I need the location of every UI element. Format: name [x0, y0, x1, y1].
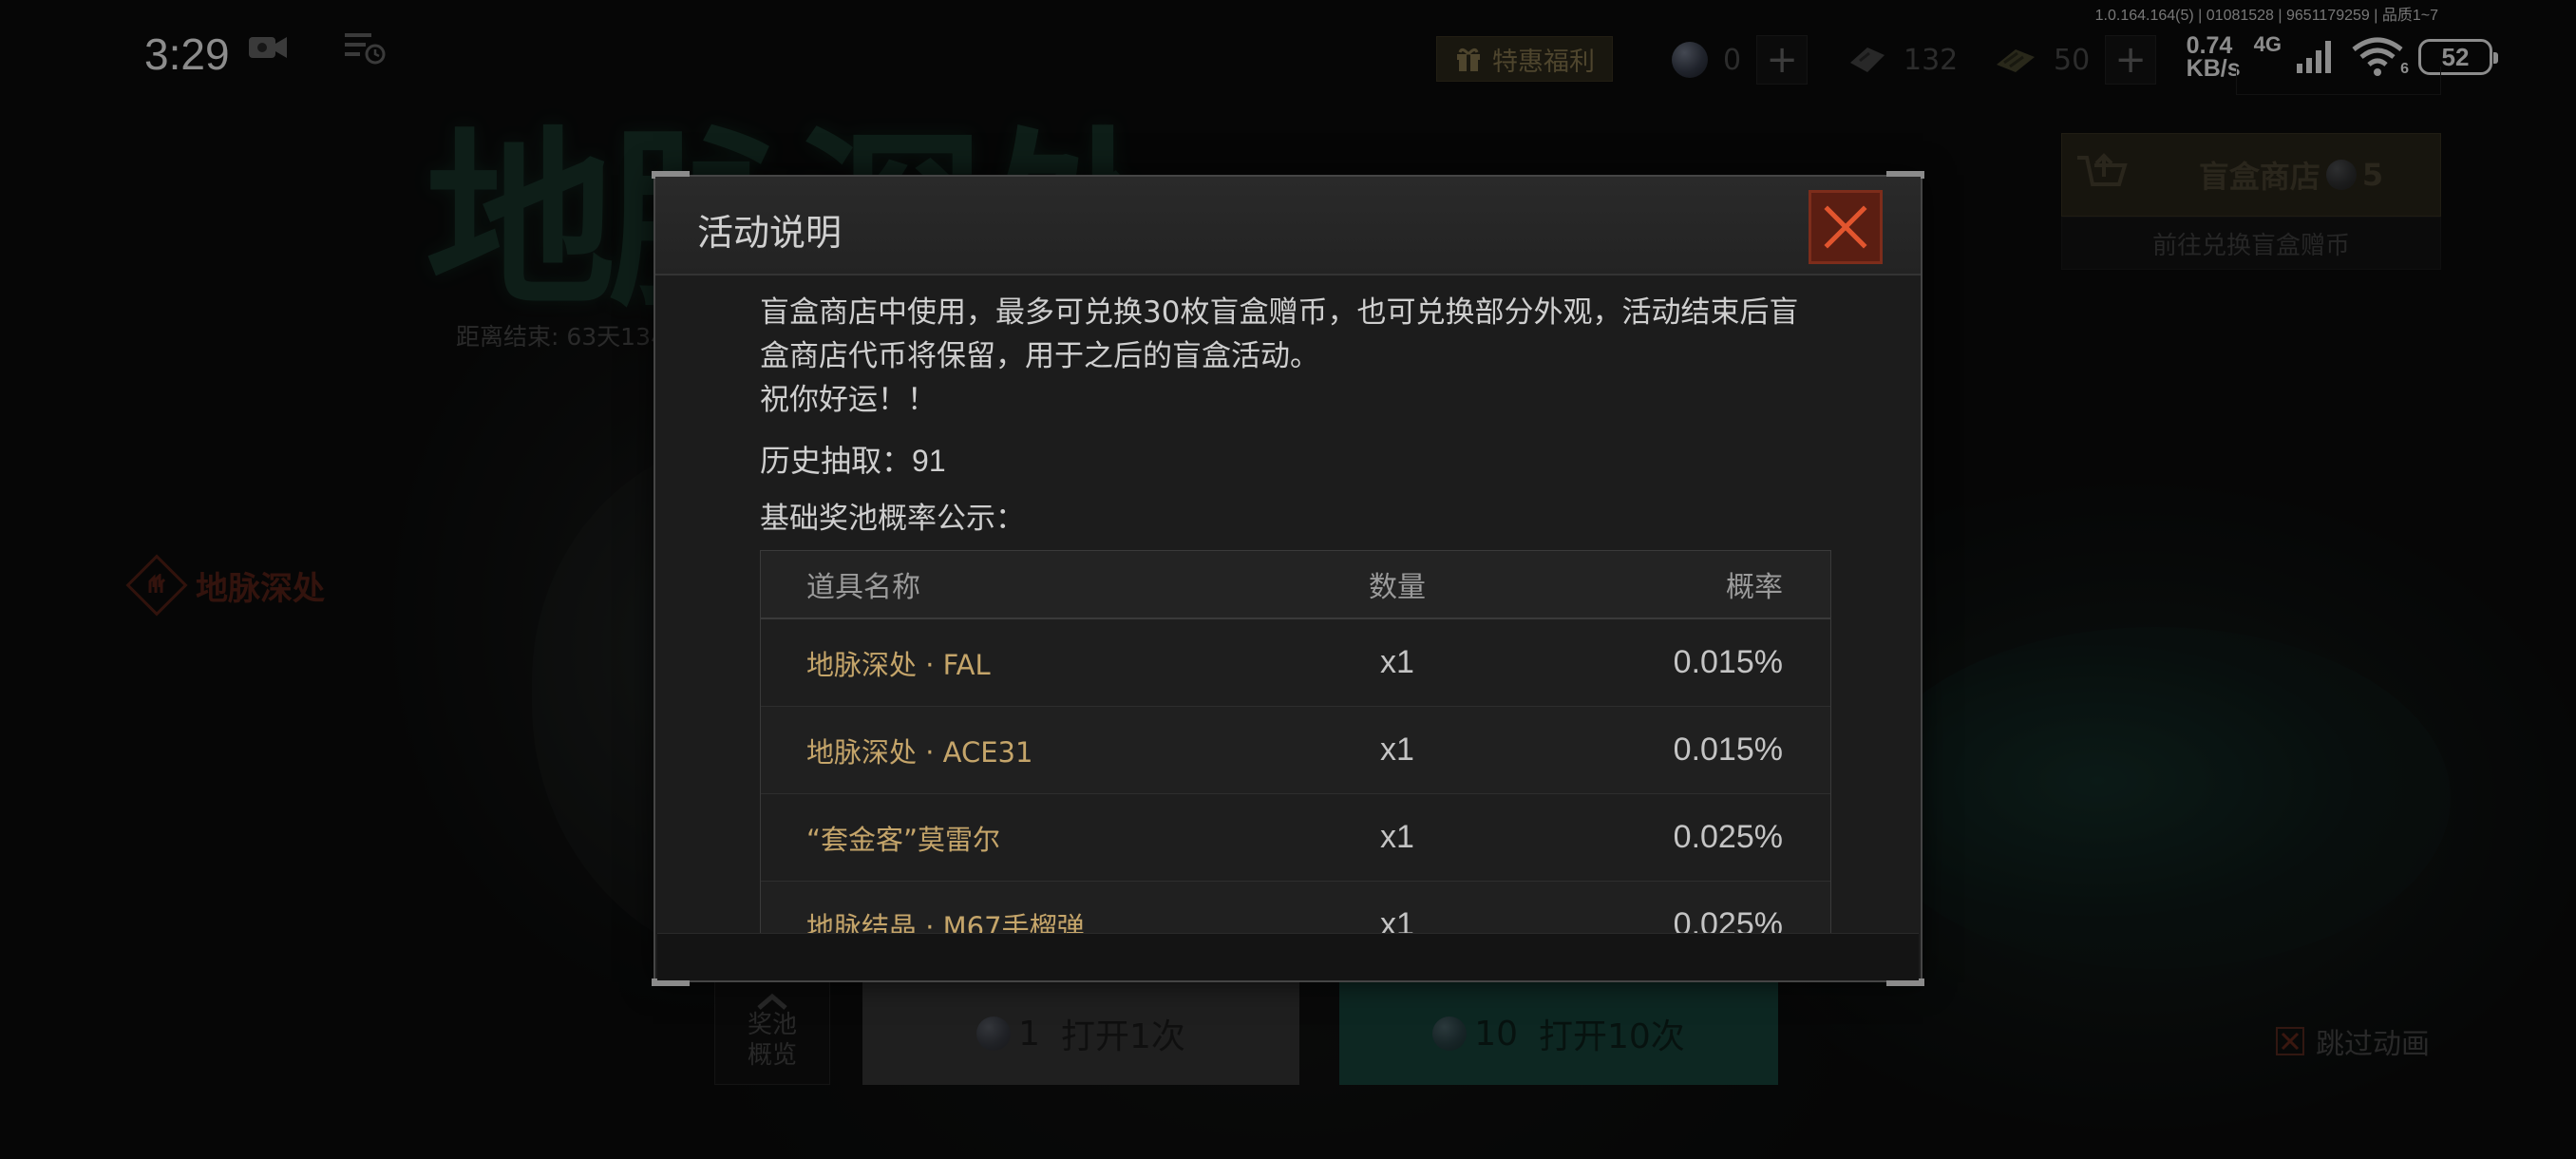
item-quantity: x1 — [1380, 732, 1414, 768]
dialog-footer — [657, 933, 1919, 980]
dialog-title: 活动说明 — [697, 212, 843, 254]
description-line: 盒商店代币将保留，用于之后的盲盒活动。 — [760, 339, 1319, 373]
description-line: 祝你好运！！ — [760, 383, 937, 417]
prize-pool-title: 基础奖池概率公示： — [760, 502, 1025, 536]
close-button[interactable] — [1809, 190, 1883, 264]
dialog-header: 活动说明 — [655, 177, 1921, 276]
item-name: 地脉深处 · ACE31 — [806, 735, 1033, 769]
table-row: “套金客”莫雷尔 x1 0.025% — [761, 794, 1830, 882]
table-header: 道具名称 数量 概率 — [761, 551, 1830, 619]
table-row: 地脉深处 · ACE31 x1 0.015% — [761, 707, 1830, 794]
header-probability: 概率 — [1726, 571, 1783, 604]
draw-history-label: 历史抽取： — [760, 443, 913, 479]
probability-table: 道具名称 数量 概率 地脉深处 · FAL x1 0.015% 地脉深处 · A… — [760, 550, 1831, 933]
draw-history-value: 91 — [912, 444, 946, 478]
item-probability: 0.025% — [1673, 819, 1783, 855]
activity-description: 盲盒商店中使用，最多可兑换30枚盲盒赠币，也可兑换部分外观，活动结束后盲 盒商店… — [760, 291, 1852, 422]
draw-history: 历史抽取：91 — [760, 437, 1852, 481]
table-row: 地脉结晶 · M67手榴弹 x1 0.025% — [761, 882, 1830, 933]
item-name: “套金客”莫雷尔 — [806, 823, 1001, 856]
item-probability: 0.015% — [1673, 732, 1783, 768]
header-quantity: 数量 — [1369, 571, 1426, 604]
item-probability: 0.025% — [1673, 906, 1783, 933]
close-icon — [1824, 205, 1867, 249]
item-name: 地脉深处 · FAL — [806, 648, 991, 681]
item-quantity: x1 — [1380, 644, 1414, 680]
description-line: 盲盒商店中使用，最多可兑换30枚盲盒赠币，也可兑换部分外观，活动结束后盲 — [760, 295, 1799, 330]
item-quantity: x1 — [1380, 819, 1414, 855]
header-item-name: 道具名称 — [806, 571, 920, 604]
item-probability: 0.015% — [1673, 644, 1783, 680]
dialog-scroll-body[interactable]: 盲盒商店中使用，最多可兑换30枚盲盒赠币，也可兑换部分外观，活动结束后盲 盒商店… — [760, 291, 1852, 933]
table-row: 地脉深处 · FAL x1 0.015% — [761, 619, 1830, 707]
item-name: 地脉结晶 · M67手榴弹 — [806, 910, 1085, 934]
table-rows: 地脉深处 · FAL x1 0.015% 地脉深处 · ACE31 x1 0.0… — [761, 619, 1830, 933]
activity-info-dialog: 活动说明 盲盒商店中使用，最多可兑换30枚盲盒赠币，也可兑换部分外观，活动结束后… — [652, 171, 1924, 986]
item-quantity: x1 — [1380, 906, 1414, 933]
